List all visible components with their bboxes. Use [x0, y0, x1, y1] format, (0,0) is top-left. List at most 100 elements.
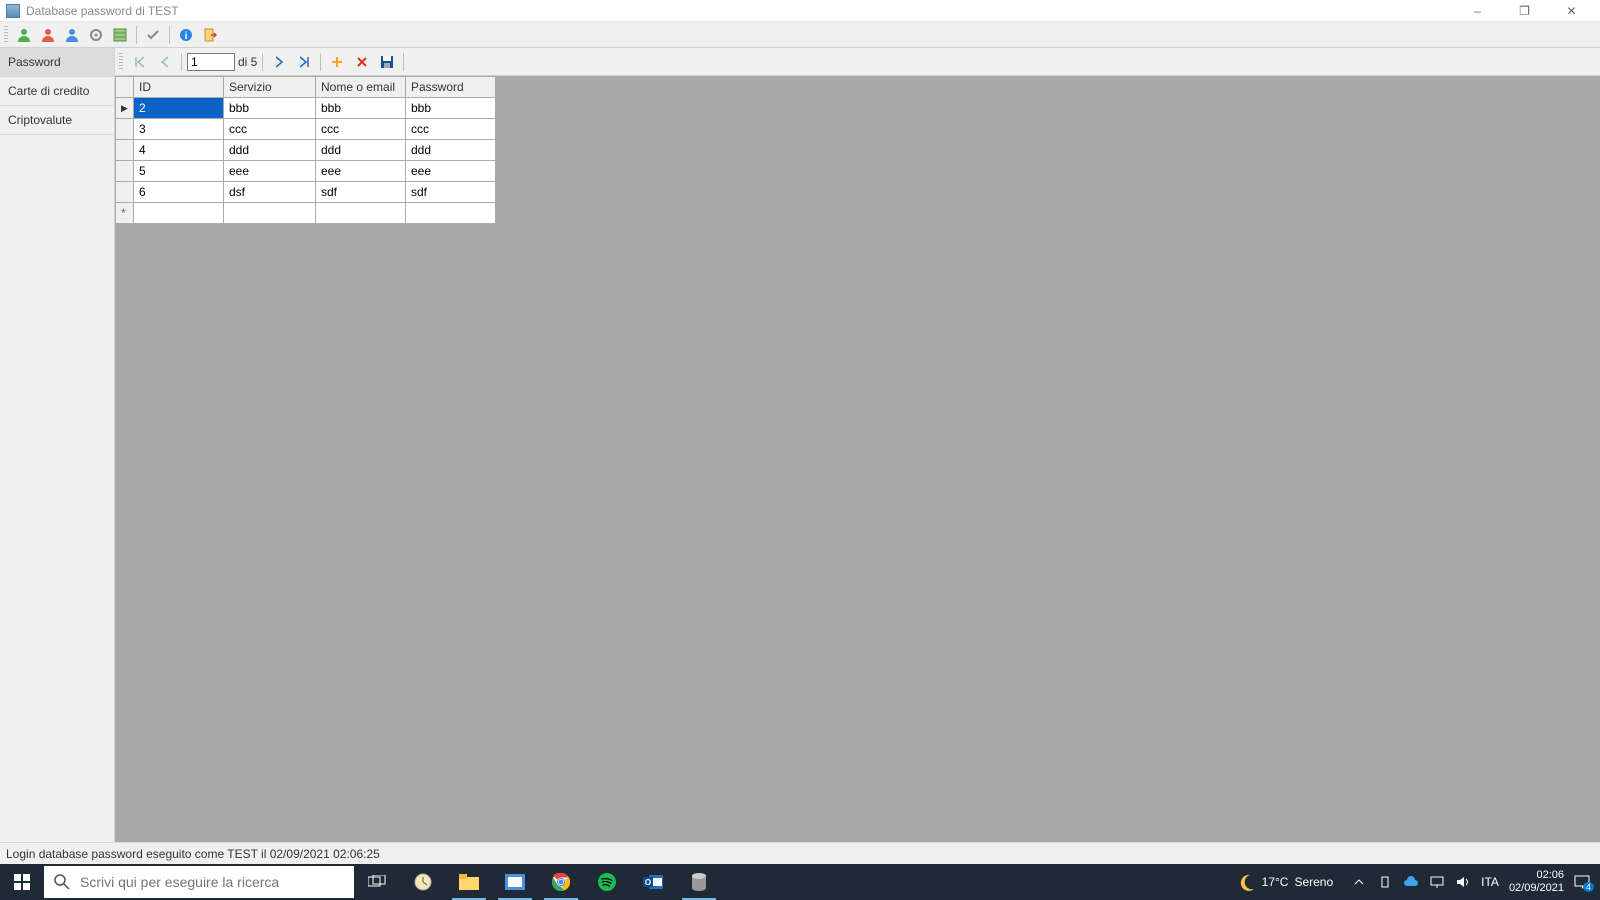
weather-widget[interactable]: 17°C Sereno [1238, 873, 1334, 891]
cell-id[interactable]: 4 [134, 140, 224, 161]
tray-network-icon[interactable] [1429, 874, 1445, 890]
taskbar-app-outlook[interactable]: O [630, 864, 676, 900]
tray-volume-icon[interactable] [1455, 874, 1471, 890]
row-marker [116, 161, 134, 182]
task-view-button[interactable] [354, 864, 400, 900]
cell-servizio[interactable]: ccc [224, 119, 316, 140]
row-marker [116, 119, 134, 140]
nav-save-button[interactable] [376, 51, 398, 73]
table-row[interactable]: 3ccccccccc [116, 119, 496, 140]
nav-separator [320, 53, 321, 71]
tray-clock[interactable]: 02:06 02/09/2021 [1509, 869, 1564, 895]
cell-nome[interactable]: ccc [316, 119, 406, 140]
table-row[interactable]: ▶2bbbbbbbbb [116, 98, 496, 119]
cell-password[interactable]: ddd [406, 140, 496, 161]
cell-id[interactable]: 3 [134, 119, 224, 140]
nav-separator [262, 53, 263, 71]
taskbar-app-chrome[interactable] [538, 864, 584, 900]
table-row[interactable]: 6dsfsdfsdf [116, 182, 496, 203]
cell-servizio[interactable]: ddd [224, 140, 316, 161]
sidebar-item-cripto[interactable]: Criptovalute [0, 106, 114, 135]
cell-servizio[interactable]: eee [224, 161, 316, 182]
nav-delete-button[interactable] [351, 51, 373, 73]
table-row[interactable]: 5eeeeeeeee [116, 161, 496, 182]
cell-empty[interactable] [406, 203, 496, 224]
taskbar-app-settings[interactable] [492, 864, 538, 900]
col-header-nome[interactable]: Nome o email [316, 77, 406, 98]
cell-empty[interactable] [134, 203, 224, 224]
status-bar: Login database password eseguito come TE… [0, 842, 1600, 864]
nav-add-button[interactable] [326, 51, 348, 73]
svg-text:O: O [645, 878, 651, 887]
table-row[interactable]: 4ddddddddd [116, 140, 496, 161]
cell-nome[interactable]: bbb [316, 98, 406, 119]
nav-last-button[interactable] [293, 51, 315, 73]
sidebar: Password Carte di credito Criptovalute [0, 48, 115, 842]
cell-nome[interactable]: ddd [316, 140, 406, 161]
nav-first-button[interactable] [129, 51, 151, 73]
weather-desc: Sereno [1294, 875, 1333, 889]
close-button[interactable]: ✕ [1549, 1, 1594, 21]
user-red-icon[interactable] [37, 24, 59, 46]
user-green-icon[interactable] [13, 24, 35, 46]
cell-nome[interactable]: eee [316, 161, 406, 182]
tray-cloud-icon[interactable] [1403, 874, 1419, 890]
row-marker: ▶ [116, 98, 134, 119]
maximize-button[interactable]: ❐ [1502, 1, 1547, 21]
nav-separator [403, 53, 404, 71]
nav-grip [119, 53, 123, 71]
status-text: Login database password eseguito come TE… [6, 847, 380, 861]
nav-prev-button[interactable] [154, 51, 176, 73]
info-icon[interactable]: i [175, 24, 197, 46]
cell-id[interactable]: 6 [134, 182, 224, 203]
cell-password[interactable]: ccc [406, 119, 496, 140]
cell-empty[interactable] [224, 203, 316, 224]
toolbar-grip [4, 26, 8, 44]
col-header-servizio[interactable]: Servizio [224, 77, 316, 98]
tray-time: 02:06 [1509, 869, 1564, 882]
svg-text:i: i [185, 31, 188, 42]
sidebar-item-carte[interactable]: Carte di credito [0, 77, 114, 106]
exit-icon[interactable] [199, 24, 221, 46]
cell-password[interactable]: bbb [406, 98, 496, 119]
cell-password[interactable]: sdf [406, 182, 496, 203]
col-header-password[interactable]: Password [406, 77, 496, 98]
moon-icon [1238, 873, 1256, 891]
nav-total-label: di 5 [238, 55, 257, 69]
cell-id[interactable]: 2 [134, 98, 224, 119]
windows-taskbar: O 17°C Sereno ITA 02:06 02/09/2021 [0, 864, 1600, 900]
taskbar-app-database[interactable] [676, 864, 722, 900]
cell-nome[interactable]: sdf [316, 182, 406, 203]
cell-id[interactable]: 5 [134, 161, 224, 182]
cell-password[interactable]: eee [406, 161, 496, 182]
nav-position-input[interactable] [187, 53, 235, 71]
nav-next-button[interactable] [268, 51, 290, 73]
taskbar-app-explorer[interactable] [446, 864, 492, 900]
row-marker-new: * [116, 203, 134, 224]
cell-servizio[interactable]: bbb [224, 98, 316, 119]
table-new-row[interactable]: * [116, 203, 496, 224]
minimize-button[interactable]: – [1455, 1, 1500, 21]
tray-usb-icon[interactable] [1377, 874, 1393, 890]
nav-separator [181, 53, 182, 71]
record-navigator: di 5 [115, 48, 1600, 76]
cell-servizio[interactable]: dsf [224, 182, 316, 203]
taskbar-app-clock[interactable] [400, 864, 446, 900]
cell-empty[interactable] [316, 203, 406, 224]
user-blue-icon[interactable] [61, 24, 83, 46]
start-button[interactable] [0, 864, 44, 900]
gear-icon[interactable] [85, 24, 107, 46]
taskbar-app-spotify[interactable] [584, 864, 630, 900]
col-header-id[interactable]: ID [134, 77, 224, 98]
row-header-corner [116, 77, 134, 98]
tray-language[interactable]: ITA [1481, 875, 1499, 889]
taskbar-search-input[interactable] [80, 874, 344, 890]
check-icon[interactable] [142, 24, 164, 46]
toolbar-separator [169, 26, 170, 44]
table-icon[interactable] [109, 24, 131, 46]
tray-notifications-icon[interactable] [1574, 874, 1590, 890]
tray-chevron-up-icon[interactable] [1351, 874, 1367, 890]
taskbar-search[interactable] [44, 866, 354, 898]
sidebar-item-password[interactable]: Password [0, 48, 114, 77]
data-grid[interactable]: ID Servizio Nome o email Password ▶2bbbb… [115, 76, 496, 224]
